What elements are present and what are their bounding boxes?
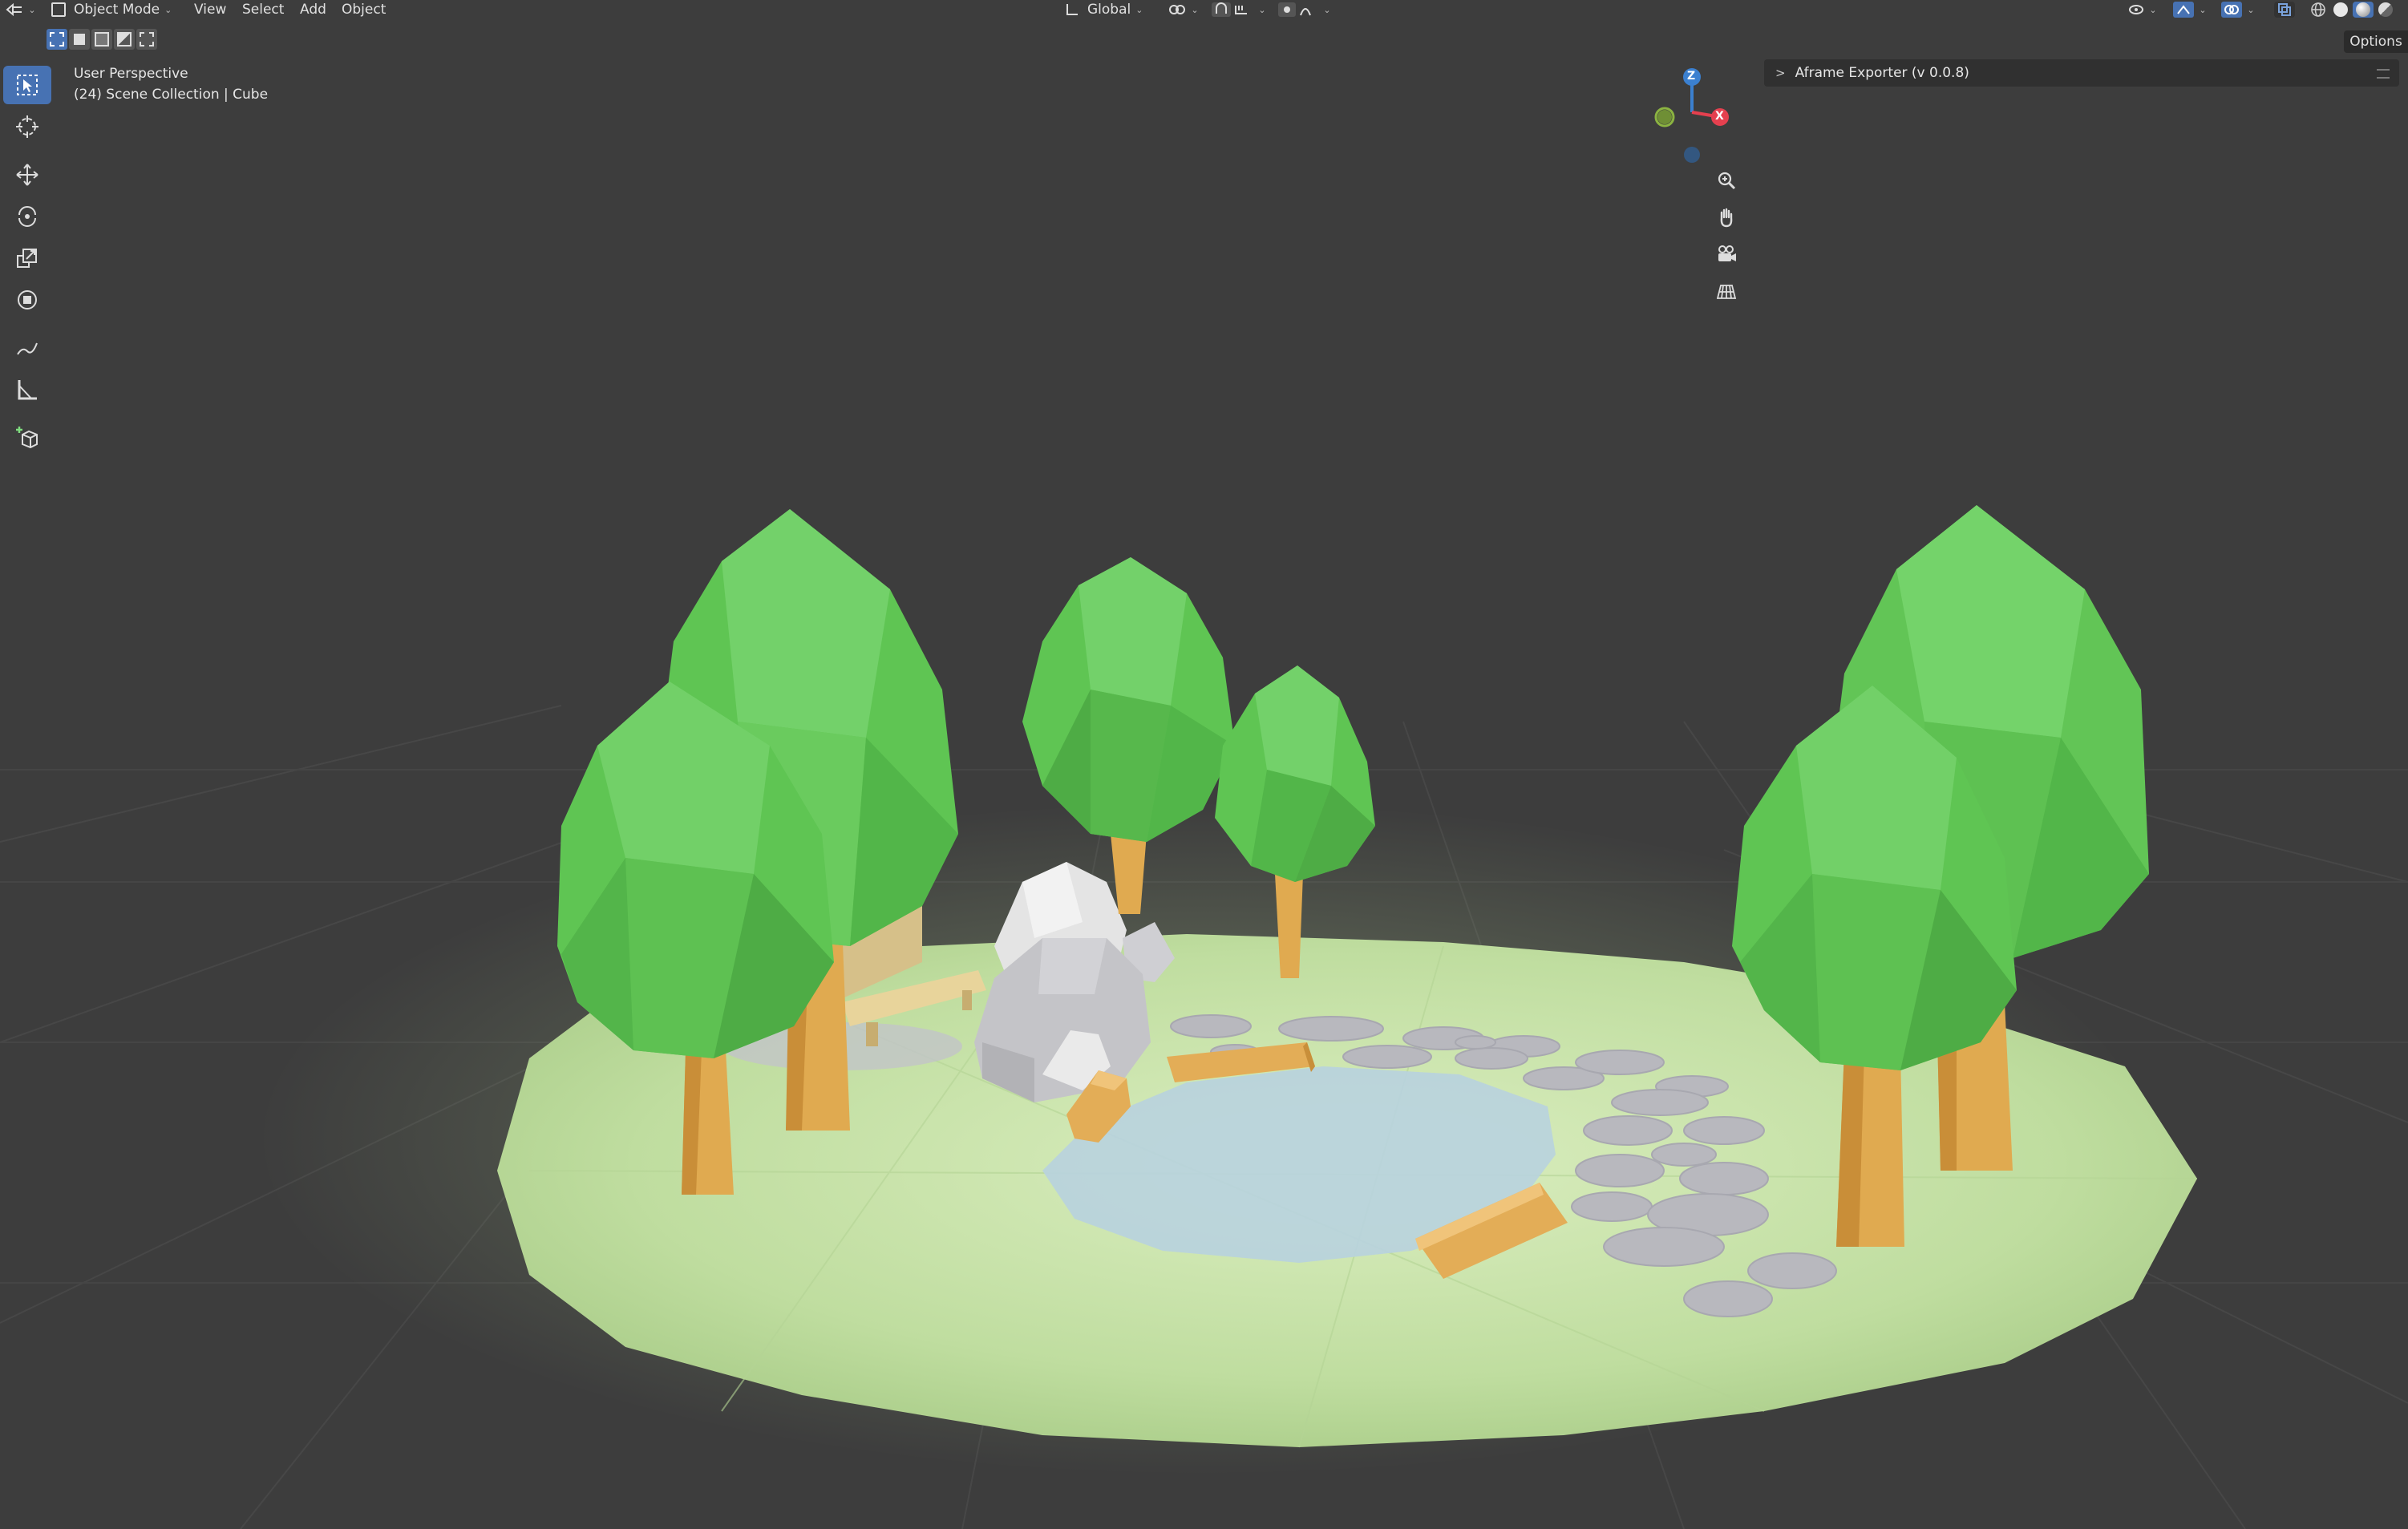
camera-icon [1718,245,1736,261]
visibility-button[interactable]: ⌄ [2125,2,2160,18]
snap-icon [1212,2,1248,17]
tool-transform[interactable] [3,281,51,319]
annotate-icon [17,342,38,355]
select-intersect-button[interactable] [136,29,157,50]
ortho-toggle-button[interactable] [1711,276,1742,306]
object-mode-icon [51,2,66,17]
select-intersect-icon [140,32,154,47]
options-button[interactable]: Options [2344,30,2408,53]
material-shading-icon [2356,2,2370,17]
gizmo-x-label: X [1715,110,1724,123]
chevron-right-icon: > [1775,66,1786,80]
overlay-toggle-button[interactable]: ⌄ [2218,2,2258,18]
rendered-shading-button[interactable] [2375,2,2396,18]
visibility-icon [2129,5,2144,14]
tool-scale[interactable] [3,239,51,277]
select-invert-button[interactable] [114,29,135,50]
aframe-exporter-panel[interactable]: > Aframe Exporter (v 0.0.8) [1764,59,2399,87]
panel-title: Aframe Exporter (v 0.0.8) [1795,65,1969,81]
rotate-icon [18,206,36,227]
select-subtract-icon [95,32,109,47]
add-cube-icon [16,427,38,449]
gizmo-green-dot [1657,110,1672,124]
viewport-scene[interactable] [0,0,2408,1529]
select-subtract-button[interactable] [91,29,112,50]
orientation-icon [1066,4,1078,15]
select-new-button[interactable] [47,29,67,50]
cursor-icon [16,115,38,138]
zoom-button[interactable] [1711,165,1742,196]
viewport-header: ⌄ Object Mode ⌄ View Select Add Object G… [0,0,2408,19]
tool-measure[interactable] [3,370,51,409]
xray-toggle-button[interactable] [2274,2,2295,18]
gizmo-z-neg-axis [1684,147,1700,163]
select-mode-group [47,29,157,53]
tool-annotate[interactable] [3,329,51,367]
view-name: User Perspective [74,66,188,82]
select-invert-icon [117,32,132,47]
tool-select-box[interactable] [3,66,51,104]
snap-button[interactable]: ⌄ [1208,2,1270,18]
pivot-point-button[interactable]: ⌄ [1166,2,1201,18]
tool-rotate[interactable] [3,197,51,236]
rendered-shading-icon [2378,2,2393,17]
editor-type-icon [6,2,22,17]
pan-button[interactable] [1711,202,1742,233]
tool-move[interactable] [3,156,51,194]
collection-info: (24) Scene Collection | Cube [74,87,269,103]
transform-icon [18,290,37,309]
wireframe-shading-icon [2311,2,2325,17]
proportional-edit-button[interactable]: ⌄ [1277,2,1333,18]
select-extend-button[interactable] [69,29,90,50]
move-icon [16,164,38,186]
overlay-icon [2221,2,2243,18]
select-box-icon [17,75,38,95]
select-extend-icon [74,34,85,45]
solid-shading-button[interactable] [2330,2,2351,18]
pivot-icon [1169,5,1186,14]
menu-select[interactable]: Select [242,0,284,19]
gizmo-toggle-button[interactable]: ⌄ [2170,2,2210,18]
tool-add-cube[interactable] [3,419,51,457]
select-new-icon [50,32,64,47]
orientation-label: Global [1087,2,1131,18]
material-shading-button[interactable] [2353,2,2374,18]
menu-view[interactable]: View [194,0,226,19]
menu-add[interactable]: Add [300,0,326,19]
measure-icon [18,380,37,400]
gizmo-icon [2173,2,2195,18]
grid-ortho-icon [1716,285,1737,299]
solid-shading-icon [2333,2,2348,17]
camera-view-button[interactable] [1711,239,1742,269]
zoom-icon [1718,172,1736,190]
menu-object[interactable]: Object [342,0,386,19]
drag-handle-icon[interactable] [2377,69,2390,79]
mode-selector[interactable]: Object Mode ⌄ [51,2,180,18]
transform-orientation[interactable]: Global ⌄ [1065,2,1153,18]
proportional-icon [1278,2,1312,17]
gizmo-z-label: Z [1687,70,1696,83]
mode-label: Object Mode [74,2,160,18]
scale-icon [17,249,37,268]
hand-pan-icon [1720,208,1733,228]
editor-type-button[interactable]: ⌄ [5,2,37,18]
tool-cursor[interactable] [3,107,51,146]
wireframe-shading-button[interactable] [2308,2,2329,18]
xray-icon [2278,3,2291,16]
